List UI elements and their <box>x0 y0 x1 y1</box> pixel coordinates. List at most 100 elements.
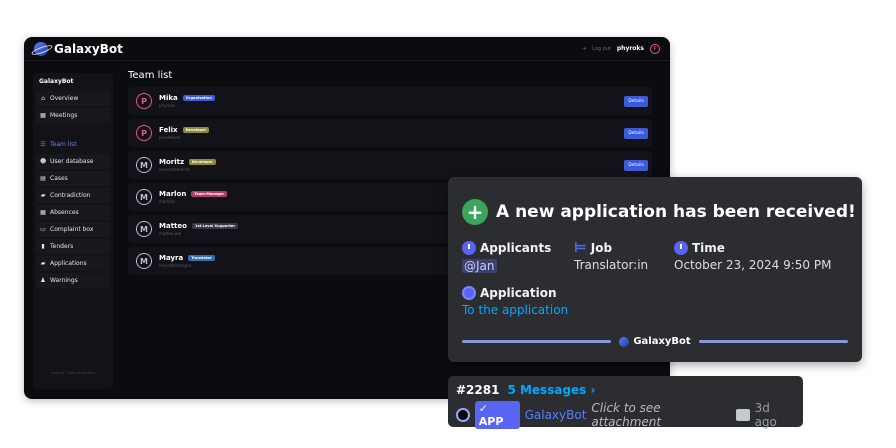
sidebar-item-label: Contradiction <box>50 192 91 199</box>
member-avatar[interactable]: M <box>136 253 152 269</box>
sidebar-item-overview[interactable]: ⌂ Overview <box>36 91 110 106</box>
details-button[interactable]: Details <box>624 95 648 107</box>
image-icon <box>735 409 750 421</box>
member-handle: unrechtemoritz <box>159 167 190 172</box>
sidebar-item-user-database[interactable]: ☻ User database <box>36 154 110 169</box>
role-badge: Developer <box>189 159 216 165</box>
sidebar-item-cases[interactable]: ▤ Cases <box>36 171 110 186</box>
details-button[interactable]: Details <box>624 159 648 171</box>
member-name: Matteo <box>159 222 187 230</box>
role-badge: Team-Manager <box>191 191 228 197</box>
member-handle: matteo.ww <box>159 231 182 236</box>
sidebar-item-label: Cases <box>50 175 68 182</box>
sidebar-item-complaint-box[interactable]: ▭ Complaint box <box>36 222 110 237</box>
sidebar-item-warnings[interactable]: ♟ Warnings <box>36 273 110 288</box>
details-button[interactable]: Details <box>624 127 648 139</box>
member-name: Marlon <box>159 190 187 198</box>
member-name: Mayra <box>159 254 184 262</box>
sidebar-item-team-list[interactable]: ☰ Team list <box>36 137 110 152</box>
member-avatar[interactable]: M <box>136 221 152 237</box>
calendar-icon: ▦ <box>40 208 46 216</box>
sidebar: GalaxyBot ⌂ Overview ▦ Meetings ☰ Team list… <box>33 73 113 389</box>
role-badge: Developer <box>182 127 210 133</box>
member-avatar[interactable]: M <box>136 157 152 173</box>
member-name: Felix <box>159 126 178 134</box>
role-badge: Translator <box>188 255 215 261</box>
thread-preview[interactable]: #2281 5 Messages › ✓ APP GalaxyBot Click… <box>448 376 803 429</box>
sidebar-item-label: Tenders <box>50 243 74 250</box>
field-time: Time October 23, 2024 9:50 PM <box>674 241 831 272</box>
sidebar-item-label: Warnings <box>50 277 78 284</box>
inbox-icon: ▭ <box>40 225 46 233</box>
member-name: Moritz <box>159 158 185 166</box>
team-member-row: P Felix Developer penddevel Details <box>128 119 652 147</box>
field-label: Applicants <box>480 241 552 255</box>
sidebar-item-contradiction[interactable]: ▰ Contradiction <box>36 188 110 203</box>
logout-link[interactable]: Log out <box>592 46 611 52</box>
member-name: Mika <box>159 94 178 102</box>
footer-text: GalaxyBot <box>633 336 691 347</box>
app-logo[interactable]: GalaxyBot <box>34 41 123 56</box>
clock-icon <box>462 241 476 255</box>
calendar-icon: ▦ <box>40 111 46 119</box>
plus-icon: + <box>462 199 488 225</box>
avatar[interactable]: P <box>650 43 660 54</box>
home-icon: ⌂ <box>41 94 45 102</box>
member-avatar[interactable]: M <box>136 189 152 205</box>
app-name: GalaxyBot <box>54 41 123 56</box>
role-badge: 1st Level Supporter <box>191 223 239 229</box>
member-avatar[interactable]: P <box>136 93 152 109</box>
bookmark-icon: ▮ <box>41 242 45 250</box>
field-job: ⊨ Job Translator:in <box>574 241 648 272</box>
users-icon: ☻ <box>40 157 47 165</box>
timestamp: 3d ago <box>754 401 777 429</box>
sidebar-item-label: User database <box>50 158 94 165</box>
planet-icon <box>619 336 630 347</box>
page-title: Team list <box>128 70 173 81</box>
attachment-text[interactable]: Click to see attachment <box>591 401 730 429</box>
hierarchy-icon: ⊨ <box>574 240 587 256</box>
member-handle: marl0nx <box>159 199 176 204</box>
top-bar: GalaxyBot ⇥ Log out phyroks P <box>24 37 670 61</box>
bot-avatar[interactable] <box>456 408 470 422</box>
embed-title: A new application has been received! <box>496 202 856 222</box>
app-badge: ✓ APP <box>474 401 520 429</box>
team-member-row: M Moritz Developer unrechtemoritz Details <box>128 151 652 179</box>
team-member-row: P Mika Organisation phyroks Details <box>128 87 652 115</box>
sidebar-footer[interactable]: Imprint · Data protection <box>33 371 113 375</box>
list-icon: ☰ <box>40 140 46 148</box>
sidebar-item-label: Complaint box <box>50 226 94 233</box>
job-value: Translator:in <box>574 258 649 272</box>
sidebar-item-tenders[interactable]: ▮ Tenders <box>36 239 110 254</box>
time-value: October 23, 2024 9:50 PM <box>674 258 832 272</box>
sidebar-item-absences[interactable]: ▦ Absences <box>36 205 110 220</box>
sidebar-item-applications[interactable]: ▰ Applications <box>36 256 110 271</box>
embed-footer: GalaxyBot <box>462 336 848 347</box>
field-application: Application To the application <box>462 286 568 317</box>
role-badge: Organisation <box>182 95 215 101</box>
username: phyroks <box>616 45 644 52</box>
clock-icon <box>674 241 688 255</box>
field-label: Job <box>590 241 613 255</box>
bot-name[interactable]: GalaxyBot <box>525 408 587 422</box>
member-avatar[interactable]: P <box>136 125 152 141</box>
applicant-mention[interactable]: @Jan <box>462 259 497 273</box>
field-label: Application <box>480 286 557 300</box>
planet-icon <box>34 41 48 56</box>
user-warning-icon: ♟ <box>40 276 46 284</box>
footer-divider <box>462 340 612 343</box>
cases-icon: ▤ <box>40 174 46 182</box>
sidebar-item-label: Team list <box>50 141 77 148</box>
member-handle: phyroks <box>159 103 175 108</box>
application-link[interactable]: To the application <box>462 303 568 317</box>
application-embed: + A new application has been received! A… <box>448 177 862 362</box>
thread-id: #2281 <box>456 383 500 397</box>
logout-icon[interactable]: ⇥ <box>582 46 586 52</box>
member-handle: penddevel <box>159 135 181 140</box>
thread-messages-link[interactable]: 5 Messages › <box>507 383 595 397</box>
field-label: Time <box>692 241 725 255</box>
footer-divider <box>698 340 848 343</box>
globe-icon <box>462 286 476 300</box>
sidebar-item-meetings[interactable]: ▦ Meetings <box>36 108 110 123</box>
sidebar-item-label: Absences <box>50 209 79 216</box>
